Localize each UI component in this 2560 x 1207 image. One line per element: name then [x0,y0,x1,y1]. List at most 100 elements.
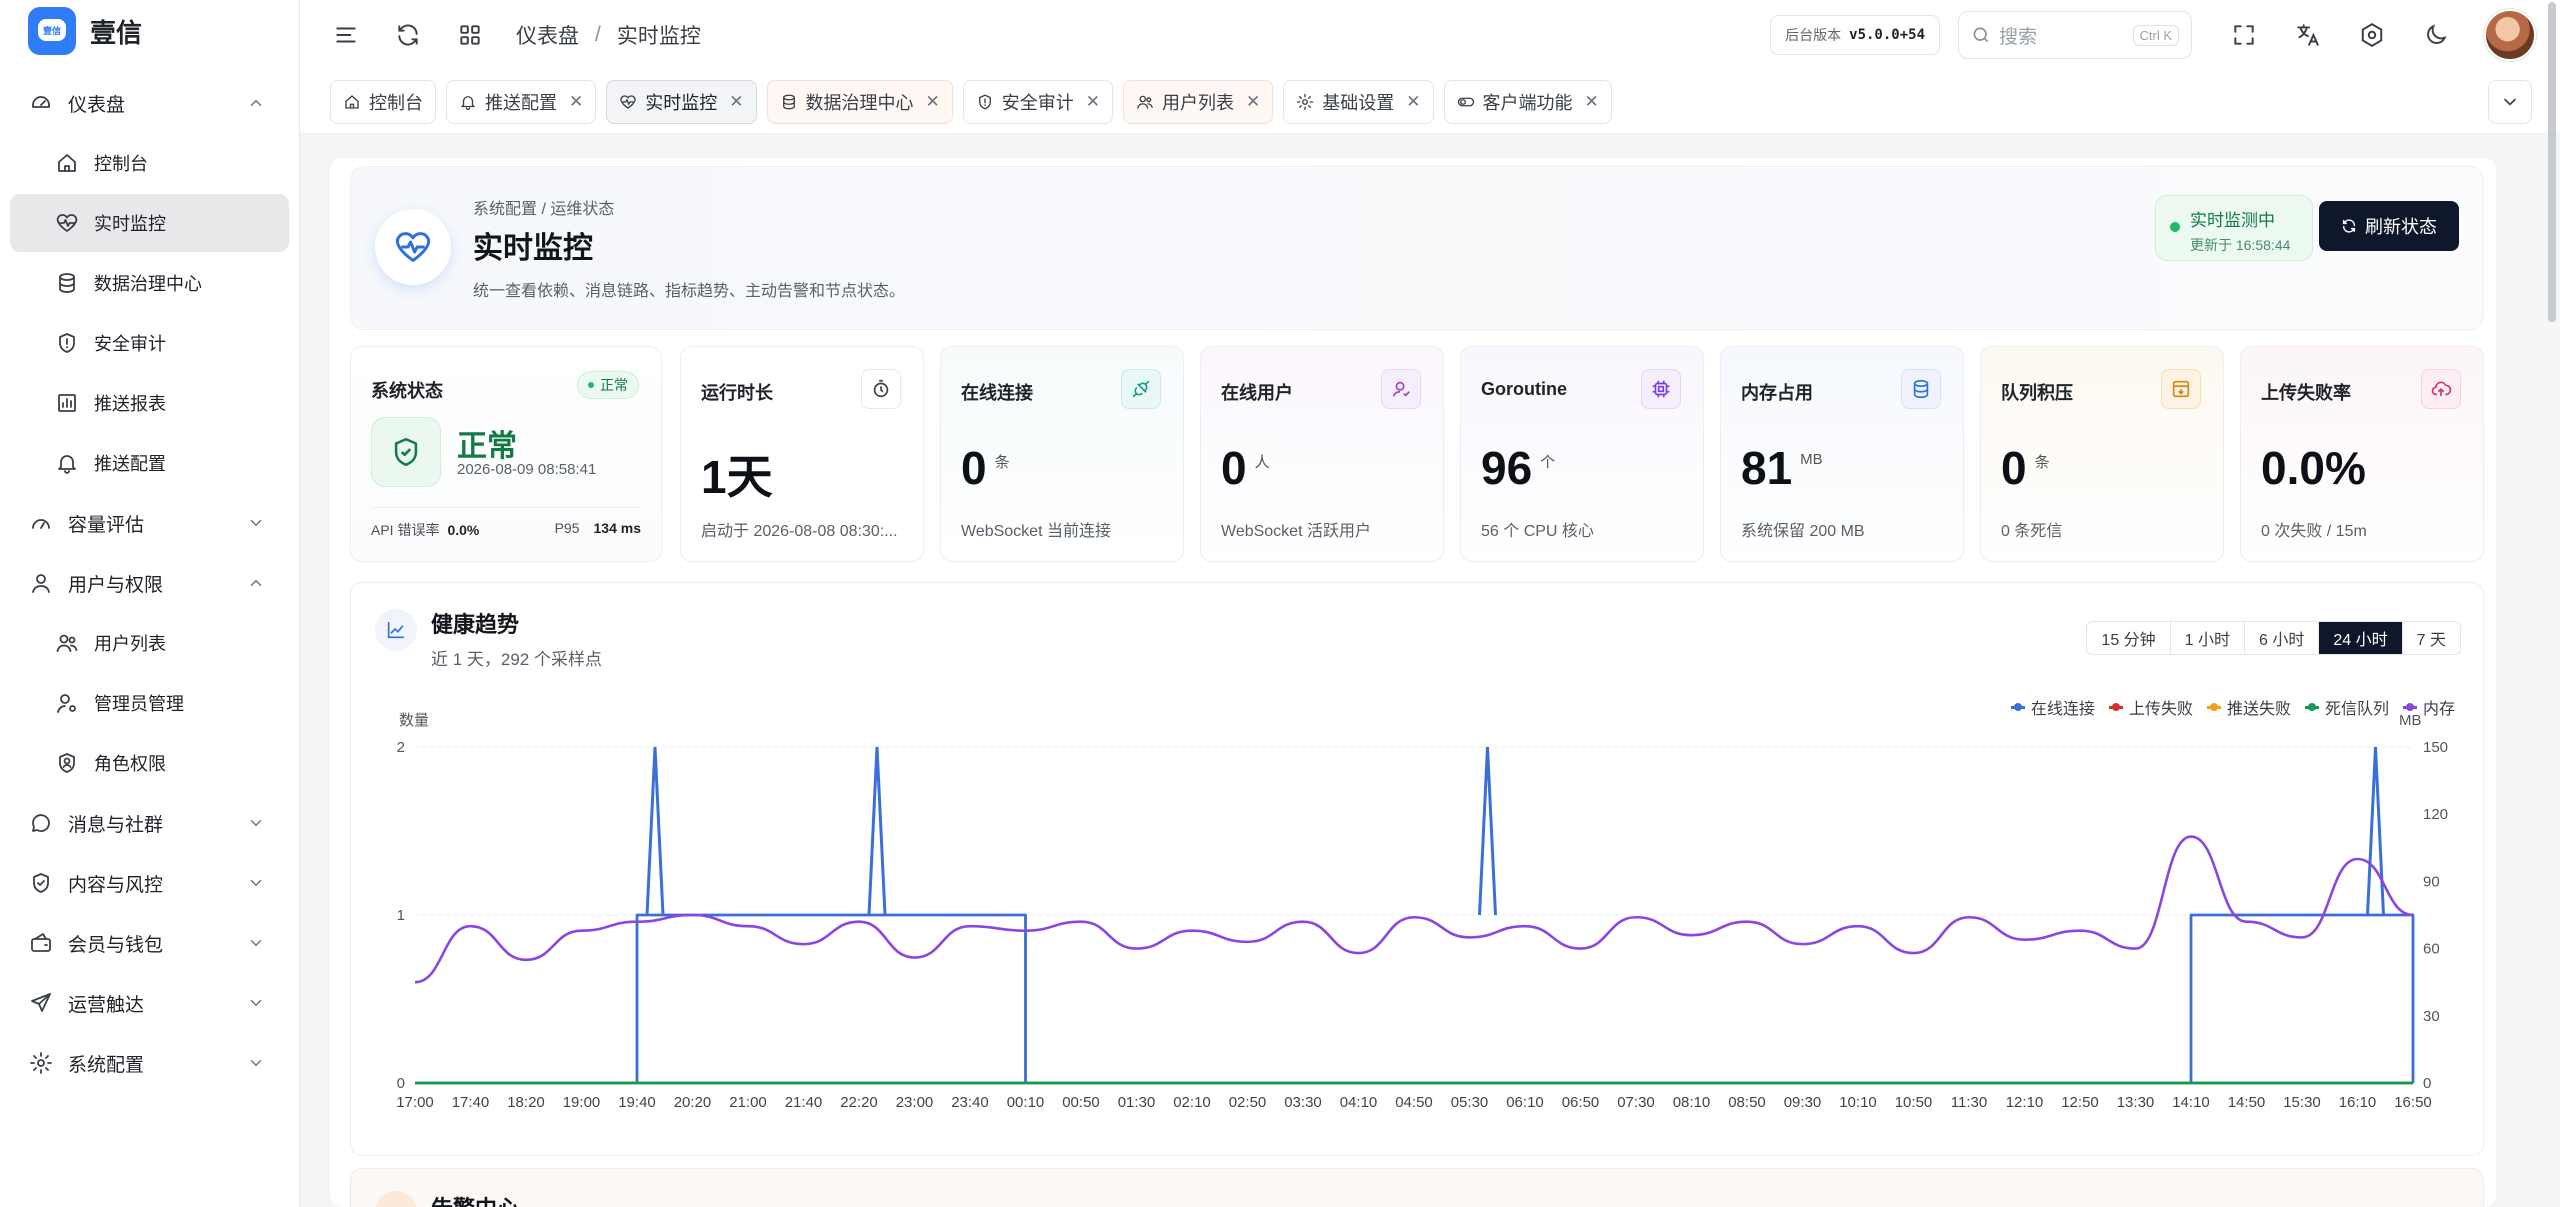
y-tick-right: 0 [2423,1075,2431,1092]
sidebar-item-users[interactable]: 用户与权限 [10,554,289,612]
sidebar-item-roles[interactable]: 角色权限 [10,734,289,792]
breadcrumb-item[interactable]: 仪表盘 [516,20,579,50]
x-tick: 00:10 [1007,1094,1045,1111]
alert-center-panel: 告警中心 [350,1168,2484,1207]
close-icon[interactable]: ✕ [1086,92,1100,112]
send-icon [28,990,54,1016]
x-tick: 12:10 [2006,1094,2044,1111]
app-name: 壹信 [90,17,143,48]
sidebar-item-msg[interactable]: 消息与社群 [10,794,289,852]
x-tick: 09:30 [1784,1094,1822,1111]
heart-pulse-icon [619,93,637,111]
sidebar-item-audit[interactable]: 安全审计 [10,314,289,372]
brand[interactable]: 壹信 壹信 [0,0,299,62]
live-label: 实时监测中 [2190,211,2275,230]
sidebar-item-console[interactable]: 控制台 [10,134,289,192]
dark-mode-icon[interactable] [2418,17,2454,53]
card-online-connections: 在线连接 0条 WebSocket 当前连接 [940,346,1184,562]
live-updated: 更新于 16:58:44 [2190,237,2291,253]
archive-icon [2161,369,2201,409]
chevron-down-icon [250,1060,262,1067]
x-tick: 11:30 [1951,1094,1987,1111]
tabs-more-button[interactable] [2488,80,2532,124]
database-icon [1901,369,1941,409]
card-queue-backlog: 队列积压 0条 0 条死信 [1980,346,2224,562]
x-tick: 04:10 [1340,1094,1378,1111]
sidebar-item-wallet[interactable]: 会员与钱包 [10,914,289,972]
tab-4[interactable]: 安全审计 ✕ [962,79,1113,124]
x-tick: 15:30 [2283,1094,2321,1111]
sidebar-nav: 仪表盘 控制台 实时监控 数据治理中心 安全审计 推送报表 推送配置 容量评估 用户与权限用户列… [0,62,299,1092]
page-description: 统一查看依赖、消息链路、指标趋势、主动告警和节点状态。 [473,283,906,300]
reload-icon[interactable] [390,17,426,53]
tab-bar: 控制台 推送配置 ✕ 实时监控 ✕ 数据治理中心 ✕ 安全审计 ✕ 用户列表 ✕ 基础设置 ✕ 客户端功能… [300,70,2560,134]
menu-toggle-icon[interactable] [328,17,364,53]
x-tick: 06:10 [1506,1094,1544,1111]
x-tick: 07:30 [1617,1094,1655,1111]
user-avatar[interactable] [2484,9,2536,61]
close-icon[interactable]: ✕ [729,92,743,112]
tab-label: 用户列表 [1162,92,1234,113]
chevron-down-icon [250,1000,262,1007]
header-actions: 后台版本 v5.0.0+54 搜索 Ctrl K [1770,9,2536,61]
status-badge-label: 正常 [600,377,628,393]
sidebar-item-dashboard[interactable]: 仪表盘 [10,74,289,132]
sidebar-item-capacity[interactable]: 容量评估 [10,494,289,552]
page-scrollbar[interactable] [2548,2,2556,322]
fullscreen-icon[interactable] [2226,17,2262,53]
close-icon[interactable]: ✕ [926,92,940,112]
database-icon [54,270,80,296]
home-icon [343,93,361,111]
page-hero: 系统配置 / 运维状态 实时监控 统一查看依赖、消息链路、指标趋势、主动告警和节… [350,166,2484,330]
x-tick: 19:40 [618,1094,656,1111]
close-icon[interactable]: ✕ [1246,92,1260,112]
settings-icon[interactable] [2354,17,2390,53]
plug-icon [1121,369,1161,409]
tab-1[interactable]: 推送配置 ✕ [446,79,597,124]
tab-7[interactable]: 客户端功能 ✕ [1443,79,1612,124]
chevron-down-icon [250,820,262,827]
sidebar-item-label: 用户列表 [94,634,166,654]
close-icon[interactable]: ✕ [1406,92,1420,112]
tab-6[interactable]: 基础设置 ✕ [1283,79,1434,124]
tab-label: 客户端功能 [1482,92,1573,113]
translate-icon[interactable] [2290,17,2326,53]
x-tick: 06:50 [1562,1094,1600,1111]
tab-3[interactable]: 数据治理中心 ✕ [766,79,953,124]
sidebar-item-pushcfg[interactable]: 推送配置 [10,434,289,492]
sidebar-item-settings[interactable]: 系统配置 [10,1034,289,1092]
x-tick: 18:20 [507,1094,545,1111]
y-tick-left: 0 [397,1075,405,1092]
health-trend-panel: 健康趋势 近 1 天，292 个采样点 15 分钟 1 小时 6 小时 24 小时 7 … [350,582,2484,1156]
tab-5[interactable]: 用户列表 ✕ [1123,79,1274,124]
refresh-status-button[interactable]: 刷新状态 [2319,201,2459,251]
sidebar-item-datagov[interactable]: 数据治理中心 [10,254,289,312]
breadcrumb-separator: / [595,23,601,46]
close-icon[interactable]: ✕ [569,92,583,112]
tab-0[interactable]: 控制台 [330,79,436,124]
apps-grid-icon[interactable] [452,17,488,53]
breadcrumb-current: 实时监控 [616,25,701,48]
chevron-up-icon [250,99,262,106]
search-input[interactable]: 搜索 Ctrl K [1958,11,2192,59]
x-tick: 16:10 [2339,1094,2377,1111]
tab-2[interactable]: 实时监控 ✕ [606,79,757,124]
version-badge: 后台版本 v5.0.0+54 [1770,15,1940,55]
x-tick: 10:50 [1895,1094,1933,1111]
sidebar: 壹信 壹信 仪表盘 控制台 实时监控 数据治理中心 安全审计 推送报表 推送配置 容量评估 用户… [0,0,300,1207]
sidebar-item-realtime[interactable]: 实时监控 [10,194,289,252]
timer-icon [861,369,901,409]
card-sub: WebSocket 活跃用户 [1221,523,1371,540]
sidebar-item-userlist[interactable]: 用户列表 [10,614,289,672]
close-icon[interactable]: ✕ [1585,92,1599,112]
card-sub: 0 次失败 / 15m [2261,523,2367,540]
p95-latency: P95 134 ms [554,520,641,536]
sidebar-item-admins[interactable]: 管理员管理 [10,674,289,732]
tab-label: 数据治理中心 [805,92,914,113]
series-line-4 [414,835,2414,984]
sidebar-item-pushreport[interactable]: 推送报表 [10,374,289,432]
sidebar-item-risk[interactable]: 内容与风控 [10,854,289,912]
x-tick: 02:10 [1173,1094,1211,1111]
breadcrumb: 仪表盘 / 实时监控 [516,20,701,50]
sidebar-item-ops[interactable]: 运营触达 [10,974,289,1032]
